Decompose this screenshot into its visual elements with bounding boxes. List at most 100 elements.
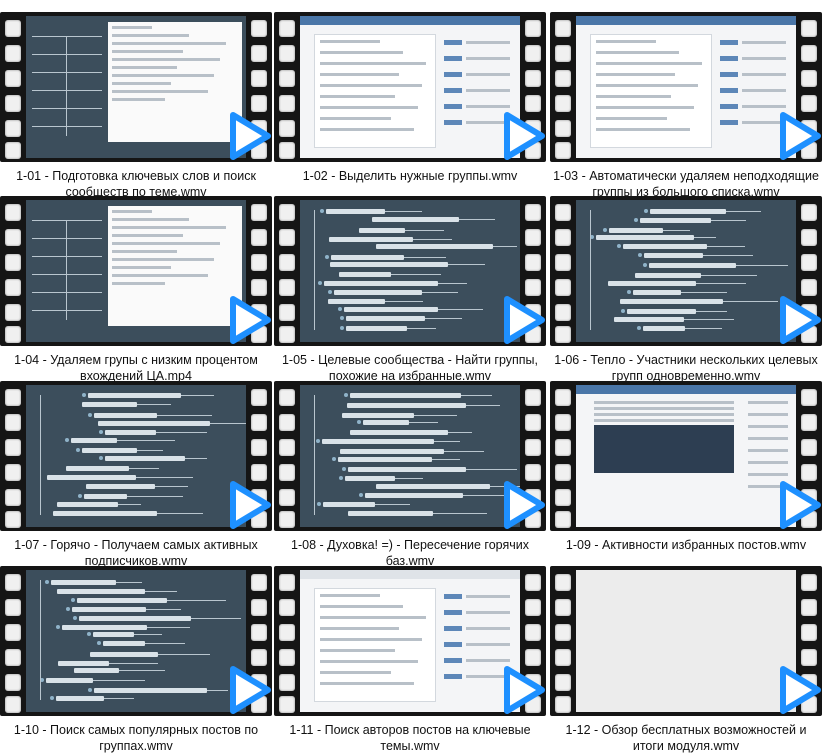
play-icon[interactable] xyxy=(493,108,546,162)
video-frame xyxy=(300,16,520,158)
video-thumbnail[interactable] xyxy=(550,566,822,716)
video-title[interactable]: 1-04 - Удаляем групы с низким процентом … xyxy=(0,352,272,384)
video-title[interactable]: 1-02 - Выделить нужные группы.wmv xyxy=(274,168,546,184)
video-thumbnail[interactable] xyxy=(274,196,546,346)
video-title[interactable]: 1-10 - Поиск самых популярных постов по … xyxy=(0,722,272,754)
film-perforation xyxy=(5,566,21,716)
film-hole xyxy=(555,229,571,246)
film-hole xyxy=(279,326,295,343)
play-icon[interactable] xyxy=(219,108,272,162)
film-hole xyxy=(279,414,295,431)
play-icon[interactable] xyxy=(769,108,822,162)
play-icon[interactable] xyxy=(493,477,546,531)
film-hole xyxy=(5,489,21,506)
film-hole xyxy=(801,229,817,246)
film-hole xyxy=(279,599,295,616)
video-title[interactable]: 1-09 - Активности избранных постов.wmv xyxy=(550,537,822,553)
film-hole xyxy=(279,439,295,456)
film-hole xyxy=(525,254,541,271)
video-title[interactable]: 1-11 - Поиск авторов постов на ключевые … xyxy=(274,722,546,754)
video-title[interactable]: 1-12 - Обзор бесплатных возможностей и и… xyxy=(550,722,822,754)
film-hole xyxy=(555,95,571,112)
film-hole xyxy=(801,45,817,62)
film-hole xyxy=(525,624,541,641)
film-hole xyxy=(525,599,541,616)
film-hole xyxy=(279,696,295,713)
film-perforation xyxy=(279,196,295,346)
film-hole xyxy=(801,414,817,431)
video-thumbnail[interactable] xyxy=(0,196,272,346)
film-hole xyxy=(5,389,21,406)
film-hole xyxy=(525,574,541,591)
video-thumbnail[interactable] xyxy=(550,12,822,162)
film-hole xyxy=(801,70,817,87)
film-hole xyxy=(5,20,21,37)
video-frame xyxy=(576,385,796,527)
video-title[interactable]: 1-06 - Тепло - Участники нескольких целе… xyxy=(550,352,822,384)
film-hole xyxy=(5,142,21,159)
play-icon[interactable] xyxy=(219,292,272,346)
film-hole xyxy=(251,389,267,406)
film-perforation xyxy=(279,12,295,162)
film-hole xyxy=(279,70,295,87)
play-icon[interactable] xyxy=(219,477,272,531)
video-frame xyxy=(576,570,796,712)
film-hole xyxy=(555,649,571,666)
film-hole xyxy=(801,20,817,37)
film-perforation xyxy=(5,196,21,346)
film-hole xyxy=(525,70,541,87)
film-perforation xyxy=(555,381,571,531)
play-icon[interactable] xyxy=(769,662,822,716)
film-hole xyxy=(555,439,571,456)
play-icon[interactable] xyxy=(769,477,822,531)
film-hole xyxy=(801,574,817,591)
film-hole xyxy=(279,254,295,271)
film-hole xyxy=(801,599,817,616)
film-hole xyxy=(5,254,21,271)
video-title[interactable]: 1-08 - Духовка! =) - Пересечение горячих… xyxy=(274,537,546,569)
video-frame xyxy=(26,16,246,158)
film-hole xyxy=(555,142,571,159)
video-thumbnail[interactable] xyxy=(274,12,546,162)
film-hole xyxy=(5,439,21,456)
film-hole xyxy=(555,574,571,591)
film-hole xyxy=(555,204,571,221)
film-hole xyxy=(525,229,541,246)
video-frame xyxy=(26,385,246,527)
video-thumbnail[interactable] xyxy=(550,196,822,346)
film-hole xyxy=(525,439,541,456)
film-hole xyxy=(555,464,571,481)
film-hole xyxy=(5,326,21,343)
film-hole xyxy=(279,20,295,37)
film-perforation xyxy=(555,196,571,346)
film-hole xyxy=(555,389,571,406)
video-thumbnail[interactable] xyxy=(0,566,272,716)
film-hole xyxy=(251,439,267,456)
film-perforation xyxy=(279,566,295,716)
film-hole xyxy=(5,70,21,87)
video-thumbnail[interactable] xyxy=(0,12,272,162)
film-hole xyxy=(555,45,571,62)
video-thumbnail[interactable] xyxy=(274,566,546,716)
film-hole xyxy=(279,279,295,296)
film-hole xyxy=(801,254,817,271)
film-hole xyxy=(5,674,21,691)
film-hole xyxy=(555,279,571,296)
film-hole xyxy=(525,45,541,62)
film-hole xyxy=(555,70,571,87)
film-hole xyxy=(251,574,267,591)
video-frame xyxy=(26,570,246,712)
video-thumbnail[interactable] xyxy=(274,381,546,531)
film-hole xyxy=(555,489,571,506)
video-title[interactable]: 1-07 - Горячо - Получаем самых активных … xyxy=(0,537,272,569)
film-hole xyxy=(251,204,267,221)
play-icon[interactable] xyxy=(493,662,546,716)
film-hole xyxy=(5,304,21,321)
play-icon[interactable] xyxy=(769,292,822,346)
video-title[interactable]: 1-05 - Целевые сообщества - Найти группы… xyxy=(274,352,546,384)
play-icon[interactable] xyxy=(219,662,272,716)
video-thumbnail[interactable] xyxy=(550,381,822,531)
play-icon[interactable] xyxy=(493,292,546,346)
video-frame xyxy=(300,570,520,712)
video-thumbnail[interactable] xyxy=(0,381,272,531)
